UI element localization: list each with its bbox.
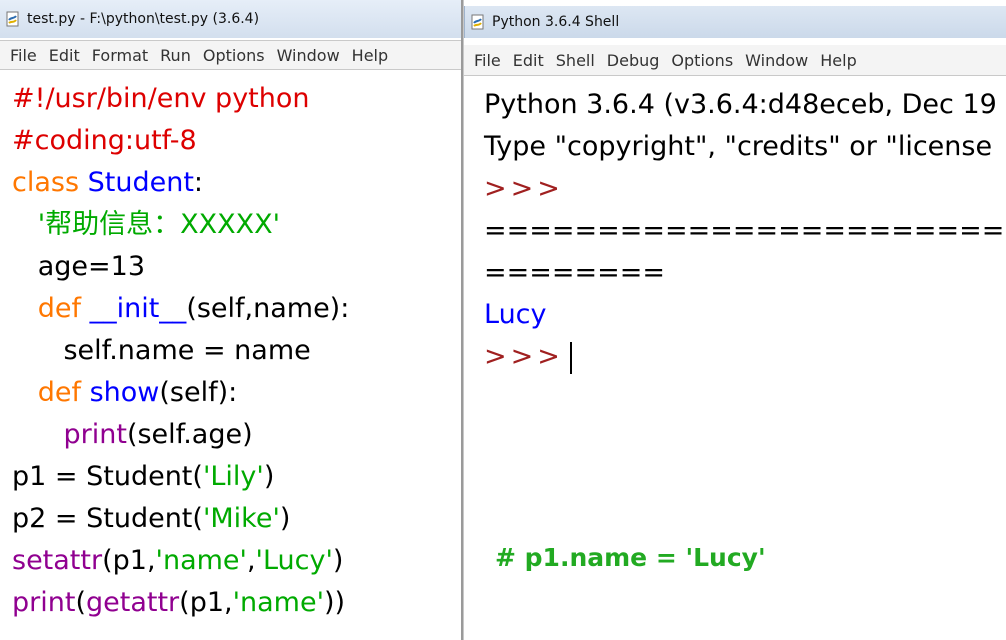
code-text: ) <box>332 545 344 576</box>
editor-menu-run[interactable]: Run <box>154 46 197 65</box>
code-class-name: Student <box>87 167 194 198</box>
shell-prompt-line: >>> <box>484 336 1006 378</box>
editor-menu-help[interactable]: Help <box>346 46 394 65</box>
code-line: def __init__(self,name): <box>12 288 461 330</box>
code-line: print(self.age) <box>12 414 461 456</box>
editor-menu-edit[interactable]: Edit <box>43 46 86 65</box>
code-line: class Student: <box>12 162 461 204</box>
code-string: 'Lucy' <box>255 545 333 576</box>
code-text: ) <box>263 461 275 492</box>
editor-menubar: File Edit Format Run Options Window Help <box>0 40 461 70</box>
shell-prompt: >>> <box>484 173 564 204</box>
editor-code-area[interactable]: #!/usr/bin/env python #coding:utf-8 class … <box>0 70 461 624</box>
code-text: (p1, <box>102 545 156 576</box>
code-comment: #!/usr/bin/env python <box>12 83 310 114</box>
shell-menu-options[interactable]: Options <box>665 51 739 70</box>
shell-menu-window[interactable]: Window <box>739 51 814 70</box>
code-builtin: getattr <box>86 587 180 618</box>
shell-menu-shell[interactable]: Shell <box>550 51 601 70</box>
shell-output-area[interactable]: Python 3.6.4 (v3.6.4:d48eceb, Dec 19 Type… <box>464 76 1006 378</box>
shell-restart-line: ======== <box>484 257 665 288</box>
shell-prompt: >>> <box>484 341 564 372</box>
code-string: 'name' <box>232 587 325 618</box>
code-line: print(getattr(p1,'name')) <box>12 582 461 624</box>
code-line: age=13 <box>12 246 461 288</box>
shell-menubar: File Edit Shell Debug Options Window Hel… <box>464 45 1006 76</box>
code-text: (self,name): <box>186 293 350 324</box>
code-line: def show(self): <box>12 372 461 414</box>
code-line: '帮助信息：XXXXX' <box>12 204 461 246</box>
shell-menu-edit[interactable]: Edit <box>507 51 550 70</box>
editor-menu-file[interactable]: File <box>0 46 43 65</box>
shell-banner-line: Python 3.6.4 (v3.6.4:d48eceb, Dec 19 <box>484 89 997 120</box>
code-builtin: print <box>12 587 76 618</box>
shell-titlebar[interactable]: Python 3.6.4 Shell <box>464 6 1006 38</box>
code-line: #coding:utf-8 <box>12 120 461 162</box>
code-line: self.name = name <box>12 330 461 372</box>
code-text: p1 = Student( <box>12 461 203 492</box>
shell-title: Python 3.6.4 Shell <box>492 14 620 30</box>
shell-banner-line: Type "copyright", "credits" or "license <box>484 131 993 162</box>
code-text: (self): <box>159 377 238 408</box>
editor-menu-window[interactable]: Window <box>271 46 346 65</box>
code-text: ) <box>279 503 291 534</box>
editor-menu-options[interactable]: Options <box>197 46 271 65</box>
shell-menu-help[interactable]: Help <box>814 51 862 70</box>
code-docstring: '帮助信息：XXXXX' <box>37 209 281 240</box>
code-text: (p1, <box>179 587 233 618</box>
code-text: : <box>193 167 204 198</box>
code-text: ( <box>75 587 86 618</box>
shell-prompt-line: >>> <box>484 168 1006 210</box>
shell-menu-debug[interactable]: Debug <box>601 51 666 70</box>
code-comment: #coding:utf-8 <box>12 125 197 156</box>
code-string: 'name' <box>155 545 247 576</box>
code-function-name: __init__ <box>89 293 187 324</box>
editor-title: test.py - F:\python\test.py (3.6.4) <box>27 11 260 27</box>
code-text: self.name = name <box>12 335 311 366</box>
code-keyword: def <box>37 377 82 408</box>
code-text: )) <box>324 587 346 618</box>
python-file-icon <box>5 11 21 27</box>
code-line: p2 = Student('Mike') <box>12 498 461 540</box>
code-text: , <box>246 545 256 576</box>
editor-titlebar[interactable]: test.py - F:\python\test.py (3.6.4) <box>0 0 461 38</box>
code-text: age=13 <box>12 251 146 282</box>
code-keyword: def <box>37 293 82 324</box>
code-text: (self.age) <box>126 419 253 450</box>
code-line: #!/usr/bin/env python <box>12 78 461 120</box>
code-keyword: class <box>12 167 80 198</box>
shell-menu-file[interactable]: File <box>464 51 507 70</box>
shell-output-line: Lucy <box>484 299 547 330</box>
code-builtin: print <box>63 419 127 450</box>
editor-menu-format[interactable]: Format <box>86 46 154 65</box>
code-builtin: setattr <box>12 545 103 576</box>
editor-window: test.py - F:\python\test.py (3.6.4) File… <box>0 0 463 640</box>
code-line: setattr(p1,'name','Lucy') <box>12 540 461 582</box>
text-cursor <box>569 341 572 374</box>
code-function-name: show <box>89 377 160 408</box>
shell-restart-line: ======================== <box>484 215 1006 246</box>
code-string: 'Mike' <box>202 503 280 534</box>
code-line: p1 = Student('Lily') <box>12 456 461 498</box>
python-shell-icon <box>470 14 486 30</box>
code-text: p2 = Student( <box>12 503 203 534</box>
code-string: 'Lily' <box>202 461 264 492</box>
annotation-comment: # p1.name = 'Lucy' <box>495 543 766 572</box>
